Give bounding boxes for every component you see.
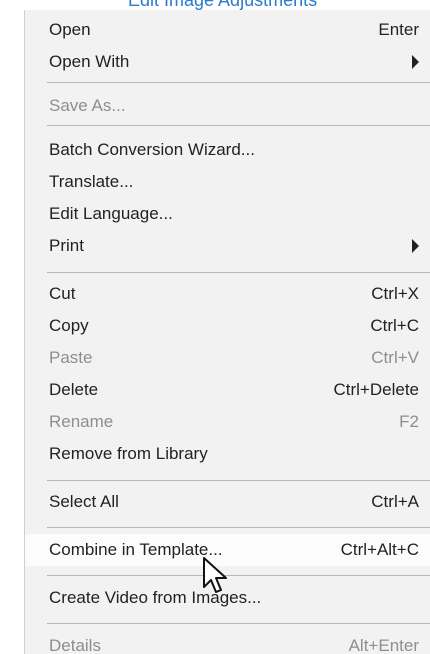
shortcut-label: Ctrl+A bbox=[371, 492, 419, 511]
menu-item-details[interactable]: Details Alt+Enter bbox=[25, 630, 430, 654]
background-header-text: Edit Image Adjustments bbox=[128, 0, 318, 10]
menu-separator bbox=[47, 575, 430, 576]
menu-item-label: Edit Language... bbox=[49, 204, 173, 223]
menu-item-label: Translate... bbox=[49, 172, 134, 191]
shortcut-label: Ctrl+C bbox=[370, 316, 419, 335]
menu-separator bbox=[47, 623, 430, 624]
shortcut-label: Ctrl+Delete bbox=[333, 380, 419, 399]
shortcut-label: Ctrl+V bbox=[371, 348, 419, 367]
app-stage: Edit Image Adjustments Open Enter Open W… bbox=[0, 0, 430, 654]
menu-item-save-as[interactable]: Save As... bbox=[25, 90, 430, 122]
menu-item-rename[interactable]: Rename F2 bbox=[25, 406, 430, 438]
menu-item-label: Details bbox=[49, 636, 101, 654]
menu-item-label: Delete bbox=[49, 380, 99, 399]
menu-item-print[interactable]: Print bbox=[25, 230, 430, 262]
shortcut-label: F2 bbox=[399, 412, 419, 431]
menu-separator bbox=[47, 125, 430, 126]
menu-separator bbox=[47, 272, 430, 273]
menu-item-cut[interactable]: Cut Ctrl+X bbox=[25, 278, 430, 310]
menu-item-open-with[interactable]: Open With bbox=[25, 46, 430, 78]
shortcut-label: Enter bbox=[378, 20, 419, 39]
shortcut-label: Ctrl+X bbox=[371, 284, 419, 303]
menu-item-label: Copy bbox=[49, 316, 89, 335]
menu-separator bbox=[47, 480, 430, 481]
menu-item-label: Paste bbox=[49, 348, 93, 367]
menu-separator bbox=[47, 82, 430, 83]
menu-item-label: Open With bbox=[49, 52, 130, 71]
menu-item-delete[interactable]: Delete Ctrl+Delete bbox=[25, 374, 430, 406]
chevron-right-icon bbox=[412, 239, 419, 253]
mouse-pointer-icon bbox=[203, 557, 227, 593]
menu-item-edit-language[interactable]: Edit Language... bbox=[25, 198, 430, 230]
menu-item-remove-from-library[interactable]: Remove from Library bbox=[25, 438, 430, 470]
menu-item-label: Save As... bbox=[49, 96, 126, 115]
menu-item-label: Open bbox=[49, 20, 91, 39]
menu-item-label: Print bbox=[49, 236, 84, 255]
shortcut-label: Ctrl+Alt+C bbox=[340, 540, 419, 559]
menu-item-label: Batch Conversion Wizard... bbox=[49, 140, 255, 159]
menu-item-batch-conversion-wizard[interactable]: Batch Conversion Wizard... bbox=[25, 134, 430, 166]
menu-item-label: Rename bbox=[49, 412, 114, 431]
menu-item-label: Combine in Template... bbox=[49, 540, 223, 559]
menu-item-label: Cut bbox=[49, 284, 76, 303]
menu-separator bbox=[47, 527, 430, 528]
menu-item-select-all[interactable]: Select All Ctrl+A bbox=[25, 486, 430, 518]
menu-item-translate[interactable]: Translate... bbox=[25, 166, 430, 198]
menu-item-label: Remove from Library bbox=[49, 444, 208, 463]
menu-item-paste[interactable]: Paste Ctrl+V bbox=[25, 342, 430, 374]
menu-item-copy[interactable]: Copy Ctrl+C bbox=[25, 310, 430, 342]
shortcut-label: Alt+Enter bbox=[348, 636, 419, 654]
menu-item-open[interactable]: Open Enter bbox=[25, 14, 430, 46]
chevron-right-icon bbox=[412, 55, 419, 69]
menu-item-label: Select All bbox=[49, 492, 119, 511]
